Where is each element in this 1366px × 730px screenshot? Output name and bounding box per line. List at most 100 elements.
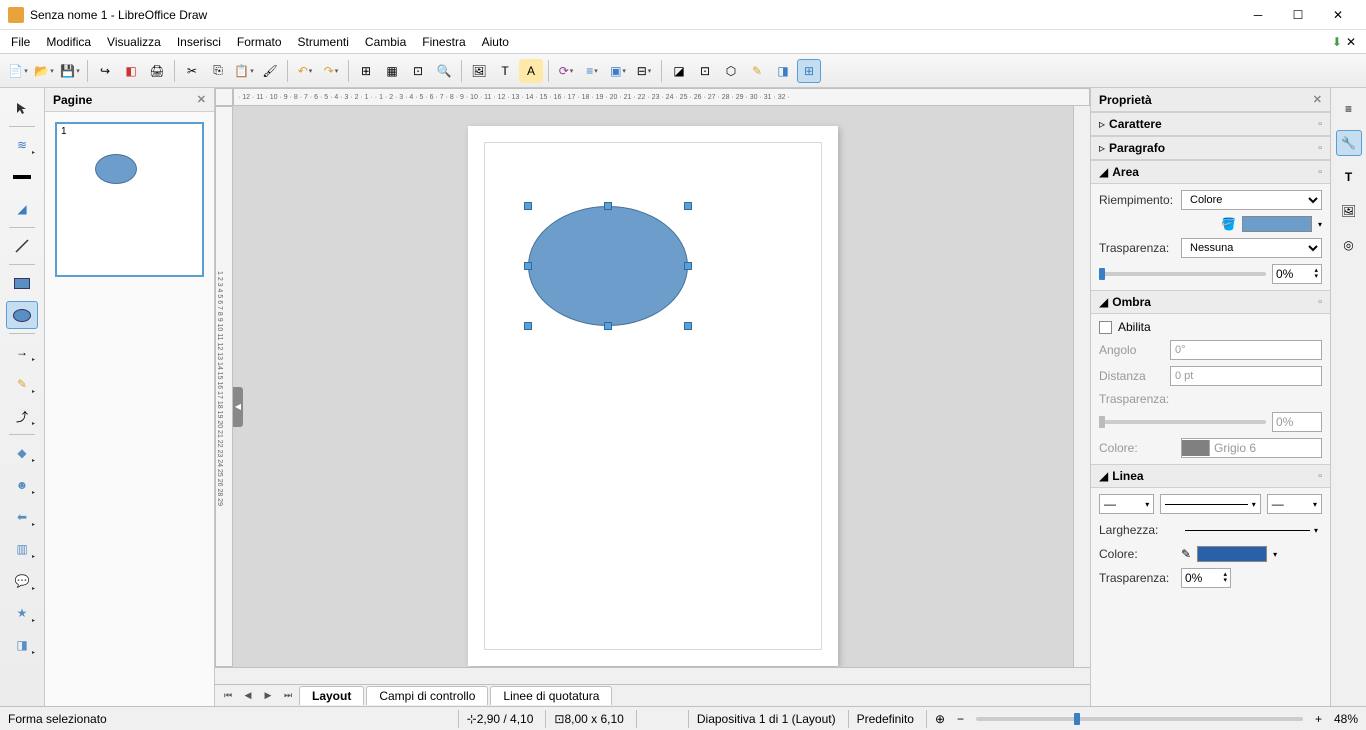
zoom-out-button[interactable]: −	[957, 712, 964, 726]
page-thumbnail-1[interactable]: 1	[55, 122, 204, 277]
distanza-input[interactable]	[1170, 366, 1322, 386]
sel-handle-ml[interactable]	[524, 262, 532, 270]
more-options-icon[interactable]: ▫	[1318, 142, 1322, 154]
update-icon[interactable]: ⬇	[1332, 35, 1342, 49]
tab-linee[interactable]: Linee di quotatura	[490, 686, 612, 705]
trasp-slider[interactable]	[1099, 272, 1266, 276]
ellipse-tool[interactable]	[6, 301, 38, 329]
sidebar-tab-styles[interactable]: T	[1336, 164, 1362, 190]
sidebar-tab-navigator[interactable]: ◎	[1336, 232, 1362, 258]
image-button[interactable]: 🖼	[467, 59, 491, 83]
menu-finestra[interactable]: Finestra	[415, 32, 472, 52]
zoom-button[interactable]: 🔍	[432, 59, 456, 83]
menu-modifica[interactable]: Modifica	[39, 32, 98, 52]
sel-handle-tr[interactable]	[684, 202, 692, 210]
linea-color-swatch[interactable]	[1197, 546, 1267, 562]
sel-handle-mr[interactable]	[684, 262, 692, 270]
tab-campi[interactable]: Campi di controllo	[366, 686, 488, 705]
callout-tool[interactable]: 💬▸	[6, 567, 38, 595]
tab-nav-prev[interactable]: ◀	[239, 688, 257, 704]
grid-button[interactable]: ⊞	[354, 59, 378, 83]
sel-handle-tc[interactable]	[604, 202, 612, 210]
select-tool[interactable]	[6, 94, 38, 122]
line-arrow-end[interactable]: —▾	[1267, 494, 1322, 514]
trasp-spinbox[interactable]: 0%▴▾	[1272, 264, 1322, 284]
sel-handle-tl[interactable]	[524, 202, 532, 210]
curve-tool[interactable]: ✎▸	[6, 370, 38, 398]
symbol-shapes-tool[interactable]: ☻▸	[6, 471, 38, 499]
fill-color-swatch[interactable]	[1242, 216, 1312, 232]
more-options-icon[interactable]: ▫	[1318, 470, 1322, 482]
more-options-icon[interactable]: ▫	[1318, 166, 1322, 178]
pages-panel-close-icon[interactable]: ✕	[197, 93, 206, 106]
menu-cambia[interactable]: Cambia	[358, 32, 413, 52]
arrow-tool[interactable]: →▸	[6, 338, 38, 366]
print-button[interactable]: 🖨	[145, 59, 169, 83]
sidebar-tab-gallery[interactable]: 🖼	[1336, 198, 1362, 224]
menu-formato[interactable]: Formato	[230, 32, 289, 52]
distribute-button[interactable]: ⊟▾	[632, 59, 656, 83]
sel-handle-bl[interactable]	[524, 322, 532, 330]
scrollbar-vertical[interactable]	[1073, 106, 1090, 667]
trasp-select[interactable]: Nessuna	[1181, 238, 1322, 258]
toggle-panel-button[interactable]: ⊞	[797, 59, 821, 83]
save-button[interactable]: 💾▾	[58, 59, 82, 83]
panel-collapse-handle[interactable]: ◀	[233, 387, 243, 427]
line-style-select[interactable]: ▾	[1160, 494, 1261, 514]
paste-button[interactable]: 📋▾	[232, 59, 256, 83]
fill-select[interactable]: Colore	[1181, 190, 1322, 210]
connector-tool[interactable]: ⤴▸	[6, 402, 38, 430]
maximize-button[interactable]: ☐	[1278, 0, 1318, 30]
shape-ellipse[interactable]	[528, 206, 688, 326]
tab-nav-next[interactable]: ▶	[259, 688, 277, 704]
glue-button[interactable]: ✎	[745, 59, 769, 83]
copy-button[interactable]: ⎘	[206, 59, 230, 83]
undo-button[interactable]: ↶▾	[293, 59, 317, 83]
snap-button[interactable]: ▦	[380, 59, 404, 83]
tab-nav-last[interactable]: ⏭	[279, 688, 297, 704]
minimize-button[interactable]: ─	[1238, 0, 1278, 30]
align-button[interactable]: ≡▾	[580, 59, 604, 83]
section-carattere[interactable]: ▹Carattere ▫	[1091, 112, 1330, 136]
status-insert-mode[interactable]	[636, 710, 676, 728]
line-color-tool[interactable]: ≋▸	[6, 131, 38, 159]
fontwork-button[interactable]: A	[519, 59, 543, 83]
section-paragrafo[interactable]: ▹Paragrafo ▫	[1091, 136, 1330, 160]
fill-bucket-icon[interactable]: 🪣	[1221, 217, 1236, 231]
abilita-checkbox[interactable]	[1099, 321, 1112, 334]
format-paint-button[interactable]: 🖌	[258, 59, 282, 83]
arrange-button[interactable]: ▣▾	[606, 59, 630, 83]
tab-layout[interactable]: Layout	[299, 686, 364, 705]
shadow-button[interactable]: ◪	[667, 59, 691, 83]
linea-trasp-spinbox[interactable]: 0%▴▾	[1181, 568, 1231, 588]
export-button[interactable]: ↪	[93, 59, 117, 83]
properties-close-icon[interactable]: ✕	[1313, 93, 1322, 106]
open-button[interactable]: 📂▾	[32, 59, 56, 83]
close-doc-icon[interactable]: ✕	[1346, 35, 1356, 49]
ombra-color-swatch[interactable]	[1182, 440, 1210, 456]
tab-nav-first[interactable]: ⏮	[219, 688, 237, 704]
menu-strumenti[interactable]: Strumenti	[291, 32, 356, 52]
line-width-select[interactable]: ▾	[1181, 520, 1322, 540]
status-fit-icon[interactable]: ⊕	[926, 710, 945, 728]
drawing-page[interactable]	[468, 126, 838, 666]
menu-inserisci[interactable]: Inserisci	[170, 32, 228, 52]
ruler-horizontal[interactable]: · 12 · 11 · 10 · 9 · 8 · 7 · 6 · 5 · 4 ·…	[233, 88, 1090, 106]
fill-color-tool[interactable]	[6, 163, 38, 191]
menu-file[interactable]: File	[4, 32, 37, 52]
redo-button[interactable]: ↷▾	[319, 59, 343, 83]
extrusion-button[interactable]: ◨	[771, 59, 795, 83]
sel-handle-bc[interactable]	[604, 322, 612, 330]
section-area[interactable]: ◢Area ▫	[1091, 160, 1330, 184]
zoom-in-button[interactable]: +	[1315, 712, 1322, 726]
sel-handle-br[interactable]	[684, 322, 692, 330]
pdf-button[interactable]: ◧	[119, 59, 143, 83]
ruler-vertical[interactable]: 1 2 3 4 5 6 7 8 9 10 11 12 13 14 15 16 1…	[215, 106, 233, 667]
line-tool[interactable]	[6, 232, 38, 260]
canvas-viewport[interactable]: ◀	[233, 106, 1073, 667]
rotate-button[interactable]: ⟳▾	[554, 59, 578, 83]
zoom-value[interactable]: 48%	[1334, 712, 1358, 726]
basic-shapes-tool[interactable]: ◆▸	[6, 439, 38, 467]
ombra-trasp-slider[interactable]	[1099, 420, 1266, 424]
ombra-trasp-spinbox[interactable]: 0%	[1272, 412, 1322, 432]
